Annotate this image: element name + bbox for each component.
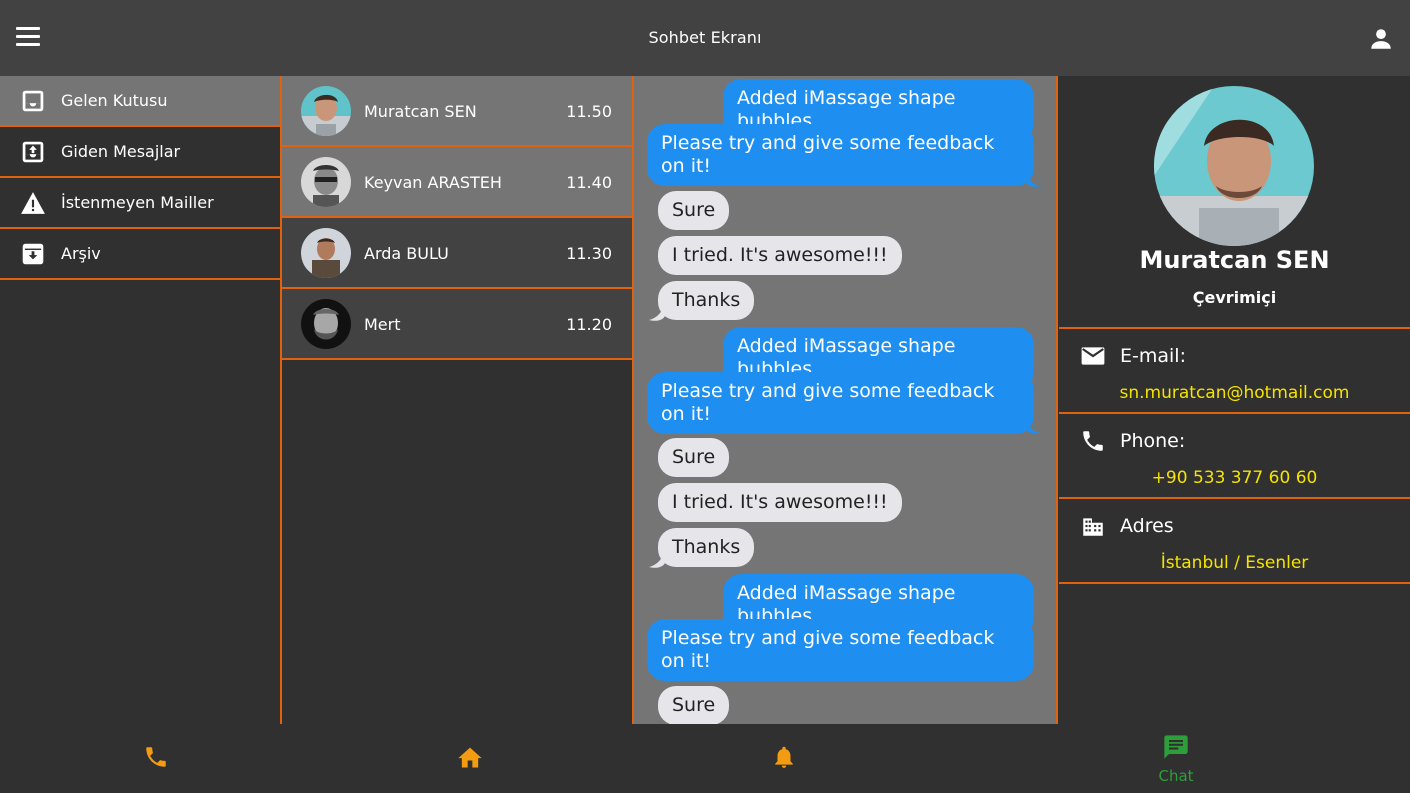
message-bubble-in: Thanks [658, 281, 755, 320]
mail-icon [1080, 343, 1106, 369]
app-root: Sohbet Ekranı Gelen Kutusu Giden Mesajla… [0, 0, 1410, 793]
bubble-tail-out [1026, 417, 1042, 434]
avatar [301, 157, 351, 207]
contact-name: Arda BULU [364, 244, 449, 263]
account-icon[interactable] [1368, 26, 1394, 52]
bell-icon [771, 744, 797, 774]
phone-icon [1080, 428, 1106, 454]
message-bubble-in: Sure [658, 191, 730, 230]
address-section: Adres İstanbul / Esenler [1059, 499, 1410, 583]
sidebar-item-label: İstenmeyen Mailler [61, 193, 214, 212]
nav-notifications-button[interactable] [744, 724, 824, 793]
contact-item[interactable]: Muratcan SEN 11.50 [282, 76, 632, 147]
message-bubble-out: Please try and give some feedback on it! [647, 619, 1034, 681]
bubble-tail-out [1026, 170, 1042, 187]
sidebar: Gelen Kutusu Giden Mesajlar İstenmeyen M… [0, 76, 282, 724]
contact-name: Mert [364, 315, 401, 334]
email-label: E-mail: [1120, 345, 1186, 367]
sidebar-item-label: Gelen Kutusu [61, 91, 168, 110]
avatar [301, 86, 351, 136]
profile-panel: Muratcan SEN Çevrimiçi E-mail: sn.muratc… [1059, 76, 1410, 724]
contact-list: Muratcan SEN 11.50 Keyvan ARASTEH 11.40 … [282, 76, 634, 724]
message-bubble-in: Thanks [658, 528, 755, 567]
sidebar-item-label: Arşiv [61, 244, 101, 263]
email-value[interactable]: sn.muratcan@hotmail.com [1059, 383, 1410, 403]
chat-panel: Added iMassage shape bubbles Please try … [634, 76, 1058, 724]
sidebar-item-spam[interactable]: İstenmeyen Mailler [0, 178, 280, 229]
archive-icon [20, 241, 46, 267]
contact-item[interactable]: Arda BULU 11.30 [282, 218, 632, 289]
contact-item[interactable]: Keyvan ARASTEH 11.40 [282, 147, 632, 218]
message-bubble-in: Sure [658, 438, 730, 477]
sidebar-item-archive[interactable]: Arşiv [0, 229, 280, 280]
message-bubble-in: Sure [658, 686, 730, 724]
phone-section: Phone: +90 533 377 60 60 [1059, 414, 1410, 498]
profile-status: Çevrimiçi [1192, 288, 1277, 307]
contact-time: 11.40 [566, 173, 612, 192]
inbox-icon [20, 88, 46, 114]
nav-chat-button[interactable]: Chat [1136, 724, 1216, 793]
building-icon [1080, 513, 1106, 539]
contact-name: Muratcan SEN [364, 102, 477, 121]
address-label: Adres [1120, 515, 1174, 537]
profile-avatar [1154, 86, 1314, 246]
phone-label: Phone: [1120, 430, 1186, 452]
phone-icon [143, 744, 169, 774]
email-section: E-mail: sn.muratcan@hotmail.com [1059, 329, 1410, 413]
warning-icon [20, 190, 46, 216]
address-value: İstanbul / Esenler [1160, 553, 1309, 573]
message-bubble-in: I tried. It's awesome!!! [658, 483, 902, 522]
nav-chat-label: Chat [1158, 766, 1194, 785]
contact-time: 11.20 [566, 315, 612, 334]
page-title: Sohbet Ekranı [648, 28, 762, 47]
phone-value[interactable]: +90 533 377 60 60 [1059, 468, 1410, 488]
nav-phone-button[interactable] [116, 724, 196, 793]
bubble-tail-in [649, 302, 665, 321]
message-bubble-out: Please try and give some feedback on it! [647, 372, 1034, 434]
message-bubble-in: I tried. It's awesome!!! [658, 236, 902, 275]
app-bar: Sohbet Ekranı [0, 0, 1410, 76]
bottom-navigation: Chat [0, 724, 1410, 793]
home-icon [456, 744, 484, 774]
contact-time: 11.50 [566, 102, 612, 121]
nav-home-button[interactable] [430, 724, 510, 793]
sidebar-item-label: Giden Mesajlar [61, 142, 181, 161]
contact-name: Keyvan ARASTEH [364, 173, 502, 192]
outbox-icon [20, 139, 46, 165]
contact-time: 11.30 [566, 244, 612, 263]
chat-icon [1162, 733, 1190, 765]
bubble-tail-in [649, 549, 665, 568]
contact-item[interactable]: Mert 11.20 [282, 289, 632, 360]
avatar [301, 228, 351, 278]
sidebar-item-inbox[interactable]: Gelen Kutusu [0, 76, 280, 127]
profile-name: Muratcan SEN [1139, 246, 1330, 274]
message-bubble-out: Please try and give some feedback on it! [647, 124, 1034, 186]
avatar [301, 299, 351, 349]
divider [1059, 582, 1410, 584]
sidebar-item-outbox[interactable]: Giden Mesajlar [0, 127, 280, 178]
